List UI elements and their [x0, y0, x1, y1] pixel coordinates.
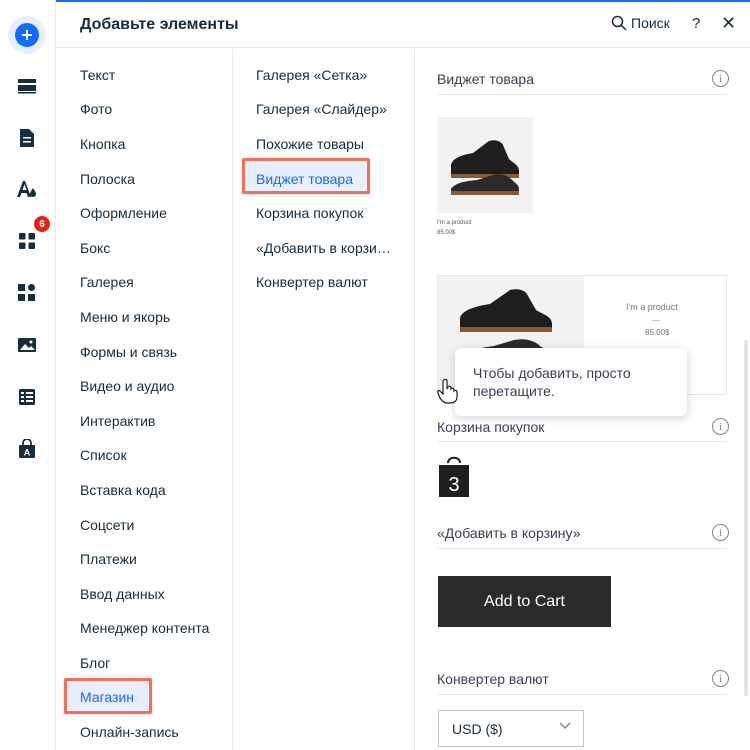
- category-item[interactable]: Интерактив: [80, 413, 155, 429]
- category-item[interactable]: Список: [80, 447, 127, 463]
- theme-icon[interactable]: [16, 178, 38, 200]
- business-apps-icon[interactable]: [16, 282, 38, 304]
- svg-text:A: A: [24, 448, 31, 458]
- category-item[interactable]: Вставка кода: [80, 482, 166, 498]
- info-icon[interactable]: i: [712, 418, 729, 435]
- help-button[interactable]: ?: [692, 15, 700, 32]
- notification-badge: 6: [34, 216, 50, 232]
- search-label: Поиск: [631, 15, 670, 31]
- category-item[interactable]: Платежи: [80, 551, 137, 567]
- cms-icon[interactable]: [16, 386, 38, 408]
- category-item[interactable]: Онлайн-запись: [80, 724, 179, 740]
- info-icon[interactable]: i: [712, 670, 729, 687]
- panel-title: Добавьте элементы: [80, 16, 239, 33]
- sections-icon[interactable]: [16, 75, 38, 97]
- subcategory-item[interactable]: Похожие товары: [256, 136, 396, 152]
- product-name: I'm a product: [437, 220, 472, 226]
- add-to-cart-button-preview[interactable]: Add to Cart: [438, 576, 611, 627]
- panel-header: Добавьте элементы Поиск ? ✕: [56, 2, 750, 48]
- section-title-cart: Корзина покупок: [437, 419, 545, 435]
- category-item[interactable]: Блог: [80, 655, 110, 671]
- subcategory-list: Галерея «Сетка» Галерея «Слайдер» Похожи…: [233, 49, 415, 750]
- currency-value: USD ($): [452, 720, 503, 737]
- cart-bag-icon[interactable]: 3: [437, 453, 471, 497]
- app-market-icon[interactable]: A: [16, 438, 38, 460]
- shoe-image: [451, 140, 519, 195]
- category-item[interactable]: Кнопка: [80, 136, 125, 152]
- add-elements-button[interactable]: [8, 16, 46, 54]
- currency-select-preview[interactable]: USD ($): [438, 710, 584, 747]
- category-list: Текст Фото Кнопка Полоска Оформление Бок…: [56, 49, 233, 750]
- add-icon: [15, 23, 39, 47]
- subcategory-item[interactable]: Галерея «Сетка»: [256, 67, 396, 83]
- media-icon[interactable]: [16, 334, 38, 356]
- category-item-selected[interactable]: Магазин: [80, 689, 134, 705]
- panel-scrollbar[interactable]: [744, 340, 748, 696]
- product-price: 85.00$: [437, 230, 456, 236]
- drag-hint-tooltip: Чтобы добавить, просто перетащите.: [455, 348, 687, 416]
- category-item[interactable]: Фото: [80, 101, 112, 117]
- close-button[interactable]: ✕: [721, 13, 736, 34]
- category-item[interactable]: Бокс: [80, 240, 110, 256]
- product-separator: —: [652, 316, 660, 325]
- subcategory-item-selected[interactable]: Виджет товара: [256, 171, 396, 187]
- category-item[interactable]: Соцсети: [80, 517, 134, 533]
- subcategory-item[interactable]: Галерея «Слайдер»: [256, 101, 396, 117]
- subcategory-item[interactable]: «Добавить в корзину»: [256, 240, 396, 256]
- info-icon[interactable]: i: [712, 524, 729, 541]
- search-icon: [611, 15, 627, 31]
- section-divider: [437, 441, 727, 442]
- hand-cursor-icon: [437, 378, 459, 404]
- category-item[interactable]: Оформление: [80, 205, 167, 221]
- cart-count: 3: [448, 474, 459, 496]
- category-item[interactable]: Видео и аудио: [80, 378, 174, 394]
- product-name: I'm a product: [626, 302, 678, 312]
- section-title-product-widget: Виджет товара: [437, 71, 534, 87]
- product-widget-thumbnail[interactable]: [437, 117, 533, 213]
- search-button[interactable]: Поиск: [611, 15, 670, 31]
- product-price: 85.00$: [645, 328, 670, 337]
- category-item[interactable]: Менеджер контента: [80, 620, 209, 636]
- subcategory-item[interactable]: Корзина покупок: [256, 205, 396, 221]
- category-item[interactable]: Меню и якорь: [80, 309, 170, 325]
- page-icon[interactable]: [16, 127, 38, 149]
- category-item[interactable]: Текст: [80, 67, 115, 83]
- section-title-add-to-cart: «Добавить в корзину»: [437, 525, 581, 541]
- section-divider: [437, 548, 727, 549]
- chevron-down-icon: [559, 722, 571, 730]
- category-item[interactable]: Формы и связь: [80, 344, 177, 360]
- info-icon[interactable]: i: [712, 70, 729, 87]
- section-title-currency: Конвертер валют: [437, 671, 549, 687]
- category-item[interactable]: Ввод данных: [80, 586, 165, 602]
- section-divider: [437, 694, 727, 695]
- subcategory-item[interactable]: Конвертер валют: [256, 274, 396, 290]
- section-divider: [437, 94, 727, 95]
- category-item[interactable]: Галерея: [80, 274, 134, 290]
- category-item[interactable]: Полоска: [80, 171, 135, 187]
- left-toolbar: 6 A: [0, 0, 56, 750]
- apps-icon[interactable]: [16, 230, 38, 252]
